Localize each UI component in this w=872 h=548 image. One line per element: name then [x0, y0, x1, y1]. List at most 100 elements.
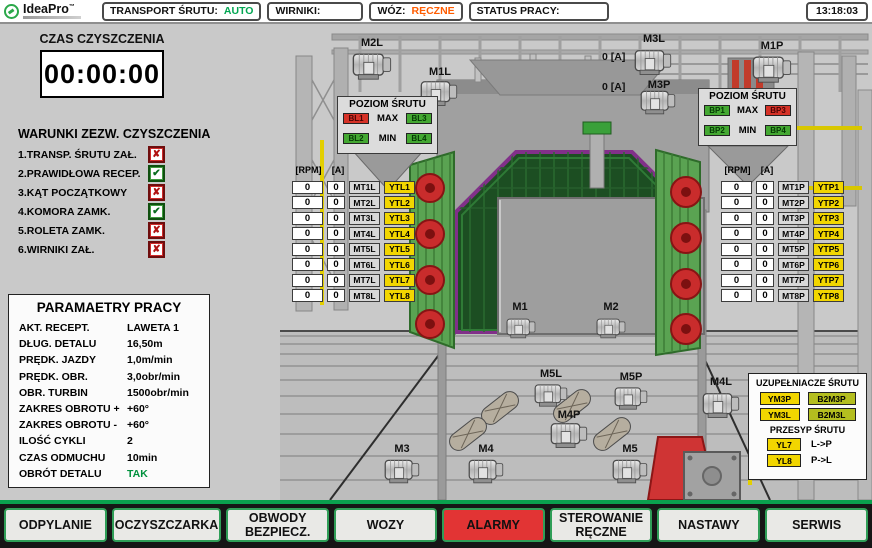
turbine-valve-button[interactable]: YTP5: [813, 243, 844, 256]
replenisher-title: UZUPEŁNIACZE ŚRUTU: [749, 378, 866, 388]
turbine-valve-button[interactable]: YTL2: [384, 196, 415, 209]
condition-status-icon: [148, 165, 165, 182]
shot-level-panel-right: POZIOM ŚRUTU BP1 MAX BP3 BP2 MIN BP4: [698, 88, 797, 146]
rpm-value: 0: [292, 274, 323, 287]
nav-button-sterowanie-reczne[interactable]: STEROWANIE RĘCZNE: [550, 508, 653, 542]
turbine-valve-button[interactable]: YTP2: [813, 196, 844, 209]
clock: 13:18:03: [806, 2, 868, 21]
turbine-row: 00MT2PYTP2: [721, 196, 844, 209]
param-row: DŁUG. DETALU16,50m: [19, 336, 199, 352]
param-row: ILOŚĆ CYKLI2: [19, 433, 199, 449]
turbine-valve-button[interactable]: YTL4: [384, 227, 415, 240]
turbine-valve-button[interactable]: YTP6: [813, 258, 844, 271]
rpm-value: 0: [721, 212, 752, 225]
amp-value: 0: [327, 227, 345, 240]
rpm-value: 0: [721, 181, 752, 194]
turbine-valve-button[interactable]: YTL5: [384, 243, 415, 256]
turbine-valve-button[interactable]: YTL6: [384, 258, 415, 271]
status-pracy: STATUS PRACY:: [469, 2, 609, 21]
transfer-button-yl7[interactable]: YL7: [767, 438, 801, 451]
wirniki-status: WIRNIKI:: [267, 2, 363, 21]
turbine-row: 00MT1PYTP1: [721, 181, 844, 194]
motor-id-chip: MT2L: [349, 196, 380, 209]
level-sensor-bl3: BL3: [406, 113, 432, 124]
param-row: OBR. TURBIN1500obr/min: [19, 385, 199, 401]
nav-button-odpylanie[interactable]: ODPYLANIE: [4, 508, 107, 542]
cleaning-time-value: 00:00:00: [44, 59, 160, 90]
replenisher-button-ym3l[interactable]: YM3L: [760, 408, 800, 421]
condition-label: 5.ROLETA ZAMK.: [18, 225, 148, 237]
turbine-valve-button[interactable]: YTL8: [384, 289, 415, 302]
condition-status-icon: [148, 184, 165, 201]
amp-value: 0: [756, 243, 774, 256]
condition-status-icon: [148, 146, 165, 163]
turbine-row: 00MT8PYTP8: [721, 289, 844, 302]
turbine-valve-button[interactable]: YTP7: [813, 274, 844, 287]
turbine-table-left: [RPM][A] 00MT1LYTL1 00MT2LYTL2 00MT3LYTL…: [292, 165, 415, 302]
motor-icon-m3l: [635, 51, 670, 75]
nav-button-alarmy[interactable]: ALARMY: [442, 508, 545, 542]
turbine-valve-button[interactable]: YTL7: [384, 274, 415, 287]
turbine-row: 00MT1LYTL1: [292, 181, 415, 194]
condition-row: 2.PRAWIDŁOWA RECEP.: [18, 165, 165, 182]
amp-value: 0: [756, 212, 774, 225]
transport-srutu-label: TRANSPORT ŚRUTU:: [110, 5, 218, 17]
turbine-table-right: [RPM][A] 00MT1PYTP1 00MT2PYTP2 00MT3PYTP…: [721, 165, 844, 302]
motor-icon-m2l: [353, 54, 390, 79]
turbine-valve-button[interactable]: YTP8: [813, 289, 844, 302]
turbine-row: 00 MT3P YTP3: [721, 212, 844, 225]
woz-label: WÓZ:: [377, 5, 405, 17]
nav-button-serwis[interactable]: SERWIS: [765, 508, 868, 542]
motor-id-chip: MT6P: [778, 258, 809, 271]
turbine-row: 00MT3LYTL3: [292, 212, 415, 225]
shot-level-title: POZIOM ŚRUTU: [338, 99, 437, 110]
turbine-row: 00MT7LYTL7: [292, 274, 415, 287]
turbine-valve-button[interactable]: YTP3: [813, 212, 844, 225]
level-sensor-bp1: BP1: [704, 105, 730, 116]
motor-id-chip: MT5P: [778, 243, 809, 256]
condition-status-icon: [148, 241, 165, 258]
motor-id-chip: MT5L: [349, 243, 380, 256]
replenisher-button-ym3p[interactable]: YM3P: [760, 392, 800, 405]
turbine-valve-button[interactable]: YTP4: [813, 227, 844, 240]
level-sensor-bl1: BL1: [343, 113, 369, 124]
turbine-row: 00MT5LYTL5: [292, 243, 415, 256]
param-row: ZAKRES OBROTU ++60°: [19, 401, 199, 417]
motor-label-m1l: M1L: [429, 66, 451, 78]
nav-button-nastawy[interactable]: NASTAWY: [657, 508, 760, 542]
amp-value: 0: [327, 212, 345, 225]
amp-value: 0: [756, 181, 774, 194]
rpm-value: 0: [721, 196, 752, 209]
woz-value: RĘCZNE: [411, 5, 454, 17]
motor-label-m4: M4: [478, 443, 494, 455]
turbine-valve-button[interactable]: YTL1: [384, 181, 415, 194]
motor-id-chip: MT3P: [778, 212, 809, 225]
condition-label: 4.KOMORA ZAMK.: [18, 206, 148, 218]
cleaning-time-title: CZAS CZYSZCZENIA: [22, 32, 182, 46]
condition-label: 1.TRANSP. ŚRUTU ZAŁ.: [18, 149, 148, 161]
param-row: AKT. RECEPT.LAWETA 1: [19, 320, 199, 336]
nav-button-wozy[interactable]: WOZY: [334, 508, 437, 542]
shot-replenisher-panel: UZUPEŁNIACZE ŚRUTU YM3P B2M3P YM3L B2M3L…: [748, 373, 867, 480]
level-sensor-bl4: BL4: [406, 133, 432, 144]
turbine-valve-button[interactable]: YTL3: [384, 212, 415, 225]
condition-label: 3.KĄT POCZĄTKOWY: [18, 187, 148, 199]
replenisher-sensor-b2m3p: B2M3P: [808, 392, 856, 405]
woz-status: WÓZ: RĘCZNE: [369, 2, 462, 21]
amp-value: 0: [327, 196, 345, 209]
turbine-row: 00MT6PYTP6: [721, 258, 844, 271]
turbine-row: 00MT7PYTP7: [721, 274, 844, 287]
motor-label-m3l: M3L: [643, 33, 665, 45]
param-row: ZAKRES OBROTU -+60°: [19, 417, 199, 433]
status-pracy-label: STATUS PRACY:: [477, 5, 560, 17]
nav-button-obwody-bezpiecz[interactable]: OBWODY BEZPIECZ.: [226, 508, 329, 542]
transfer-button-yl8[interactable]: YL8: [767, 454, 801, 467]
transfer-direction: L->P: [811, 439, 832, 450]
motor-icon-m1p: [753, 57, 790, 82]
hmi-screen: IdeaPro™ TRANSPORT ŚRUTU: AUTO WIRNIKI: …: [0, 0, 872, 548]
turbine-valve-button[interactable]: YTP1: [813, 181, 844, 194]
replenisher-sensor-b2m3l: B2M3L: [808, 408, 856, 421]
nav-button-oczyszczarka[interactable]: OCZYSZCZARKA: [112, 508, 221, 542]
transfer-title: PRZESYP ŚRUTU: [749, 425, 866, 435]
min-label: MIN: [379, 133, 396, 144]
